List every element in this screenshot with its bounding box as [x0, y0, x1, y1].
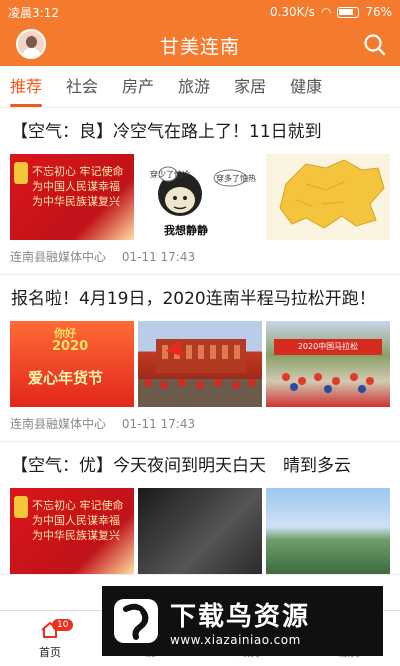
article-thumbnail[interactable]: 你好 2020 爱心年货节 [10, 321, 134, 407]
category-tabs: 推荐 社会 房产 旅游 家居 健康 [0, 66, 400, 108]
watermark-url: www.xiazainiao.com [170, 632, 301, 647]
svg-text:我想静静: 我想静静 [164, 223, 208, 237]
article-time: 01-11 17:43 [121, 417, 196, 431]
battery-level: 76% [365, 5, 392, 19]
tab-property[interactable]: 房产 [122, 66, 154, 108]
search-icon[interactable] [362, 32, 388, 58]
article-source: 连南县融媒体中心 [10, 417, 107, 431]
nav-label: 首页 [39, 646, 61, 659]
emblem-icon [14, 162, 28, 184]
bird-logo-icon [114, 599, 158, 643]
app-header: 甘美连南 [0, 24, 400, 66]
article-thumbnail[interactable] [138, 488, 262, 574]
app-title: 甘美连南 [159, 35, 240, 58]
stadium-image [138, 339, 262, 407]
tab-society[interactable]: 社会 [66, 66, 98, 108]
article-title[interactable]: 【空气：良】冷空气在路上了！11日就到 [11, 118, 390, 147]
list-item[interactable]: 【空气：良】冷空气在路上了！11日就到 不忘初心 牢记使命 为中国人民谋幸福 为… [0, 108, 400, 275]
network-speed: 0.30K/s [269, 5, 315, 19]
svg-text:穿多了怕热: 穿多了怕热 [216, 173, 256, 183]
article-thumbnail[interactable]: 不忘初心 牢记使命 为中国人民谋幸福 为中华民族谋复兴 [10, 488, 134, 574]
article-title[interactable]: 【空气：优】今天夜间到明天白天 晴到多云 [11, 452, 390, 481]
article-thumbnail[interactable]: 穿少了怕冷 穿多了怕热 我想静静 [138, 154, 262, 240]
article-thumbnail[interactable]: 2020中国马拉松 [266, 321, 390, 407]
weather-map-image [279, 159, 385, 229]
notification-badge: 10 [52, 619, 74, 631]
list-item[interactable]: 【空气：优】今天夜间到明天白天 晴到多云 不忘初心 牢记使命 为中国人民谋幸福 … [0, 442, 400, 575]
news-feed: 【空气：良】冷空气在路上了！11日就到 不忘初心 牢记使命 为中国人民谋幸福 为… [0, 108, 400, 610]
emblem-icon [14, 496, 28, 518]
watermark-banner: 下载鸟资源 www.xiazainiao.com [102, 586, 383, 656]
article-time: 01-11 17:43 [121, 250, 196, 264]
article-thumbnail[interactable]: 不忘初心 牢记使命 为中国人民谋幸福 为中华民族谋复兴 [10, 154, 134, 240]
article-source: 连南县融媒体中心 [10, 250, 107, 264]
status-time: 凌晨3:12 [8, 5, 59, 20]
article-thumbnail[interactable] [138, 321, 262, 407]
avatar[interactable] [16, 29, 46, 59]
tab-home[interactable]: 家居 [234, 66, 266, 108]
svg-text:穿少了怕冷: 穿少了怕冷 [150, 169, 190, 179]
tab-recommend[interactable]: 推荐 [10, 66, 43, 108]
article-thumbnail[interactable] [266, 488, 390, 574]
wifi-icon: ◠ [320, 5, 332, 19]
nav-home[interactable]: 10 首页 [0, 611, 100, 666]
status-bar: 凌晨3:12 0.30K/s ◠ 76% [0, 0, 400, 24]
meme-image: 穿少了怕冷 穿多了怕热 我想静静 [150, 166, 256, 237]
marathon-image [282, 373, 374, 393]
tab-health[interactable]: 健康 [290, 66, 322, 108]
article-thumbnail[interactable] [266, 154, 390, 240]
tab-travel[interactable]: 旅游 [178, 66, 210, 108]
watermark-title: 下载鸟资源 [170, 601, 311, 632]
article-title[interactable]: 报名啦！4月19日，2020连南半程马拉松开跑！ [11, 285, 390, 314]
battery-icon [337, 6, 360, 18]
list-item[interactable]: 报名啦！4月19日，2020连南半程马拉松开跑！ 你好 2020 爱心年货节 2… [0, 275, 400, 442]
